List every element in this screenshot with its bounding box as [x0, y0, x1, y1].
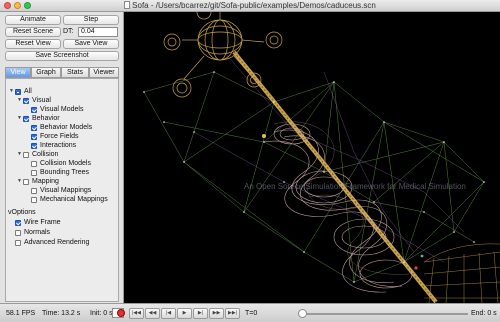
advanced-rendering-checkbox[interactable] — [15, 239, 21, 246]
tree-item-visual[interactable]: ▼ Visual — [6, 96, 118, 105]
tree-label: Visual Models — [40, 106, 84, 113]
step-button[interactable]: Step — [63, 15, 119, 25]
snake-head-marker — [262, 134, 266, 138]
record-icon[interactable] — [117, 309, 125, 317]
tree-item-all[interactable]: ▼ All — [6, 87, 118, 96]
reset-view-button[interactable]: Reset View — [5, 39, 61, 49]
tree-item-mapping[interactable]: ▼ Mapping — [6, 177, 118, 186]
mechanical-mappings-checkbox[interactable] — [31, 196, 37, 203]
tree-item-collision-models[interactable]: Collision Models — [6, 159, 118, 168]
step-back-icon[interactable]: ◀◀ — [145, 308, 160, 319]
save-screenshot-button[interactable]: Save Screenshot — [5, 51, 119, 61]
step-forward-icon[interactable]: ▶▶ — [209, 308, 224, 319]
normals-checkbox[interactable] — [15, 229, 21, 236]
option-label: Advanced Rendering — [24, 239, 90, 246]
force-fields-checkbox[interactable] — [31, 133, 37, 140]
disclosure-arrow-icon[interactable]: ▼ — [17, 177, 22, 186]
tree-item-mechanical-mappings[interactable]: Mechanical Mappings — [6, 195, 118, 204]
behavior-checkbox[interactable] — [23, 115, 29, 122]
display-flags-tree: ▼ All ▼ Visual Visual Models ▼ Behavior … — [5, 78, 119, 302]
tab-bar: View Graph Stats Viewer — [5, 67, 119, 78]
wire-frame-checkbox[interactable] — [15, 219, 21, 226]
tree-item-behavior-models[interactable]: Behavior Models — [6, 123, 118, 132]
visual-mappings-checkbox[interactable] — [31, 187, 37, 194]
staff-orb — [163, 12, 283, 98]
option-normals[interactable]: Normals — [6, 228, 118, 237]
mapping-checkbox[interactable] — [23, 178, 29, 185]
interactions-checkbox[interactable] — [31, 142, 37, 149]
window-title: Sofa - /Users/bcarrez/git/Sofa-public/ex… — [132, 1, 376, 10]
collision-models-checkbox[interactable] — [31, 160, 37, 167]
init-label: Init: 0 s — [90, 310, 113, 317]
skip-first-icon[interactable]: |◀◀ — [129, 308, 144, 319]
window-titlebar: Sofa - /Users/bcarrez/git/Sofa-public/ex… — [0, 0, 500, 12]
option-label: Normals — [24, 229, 51, 236]
disclosure-arrow-icon[interactable]: ▼ — [17, 114, 22, 123]
play-icon[interactable]: ▶ — [177, 308, 192, 319]
3d-viewport[interactable]: An Open Source Simulation Framework for … — [124, 12, 500, 303]
reset-scene-button[interactable]: Reset Scene — [5, 27, 61, 37]
tree-label: Mapping — [32, 178, 59, 185]
status-bar: 58.1 FPS Time: 13.2 s Init: 0 s |◀◀ ◀◀ |… — [0, 303, 500, 322]
tree-label: Bounding Trees — [40, 169, 90, 176]
caduceus-wireframe-render — [143, 12, 500, 303]
option-advanced-rendering[interactable]: Advanced Rendering — [6, 238, 118, 247]
option-label: Wire Frame — [24, 219, 61, 226]
disclosure-arrow-icon[interactable]: ▼ — [9, 87, 14, 96]
tab-view[interactable]: View — [5, 67, 31, 78]
tree-label: Mechanical Mappings — [40, 196, 108, 203]
save-view-button[interactable]: Save View — [63, 39, 119, 49]
t-label: T=0 — [245, 310, 258, 317]
options-header: vOptions — [8, 209, 36, 216]
tab-graph[interactable]: Graph — [31, 67, 61, 78]
tree-label: Collision — [32, 151, 59, 158]
disclosure-arrow-icon[interactable]: ▼ — [17, 96, 22, 105]
tab-stats[interactable]: Stats — [61, 67, 89, 78]
dt-label: DT: — [63, 28, 74, 35]
tree-label: Collision Models — [40, 160, 91, 167]
tree-label: Visual Mappings — [40, 187, 92, 194]
green-force-mesh — [143, 71, 485, 283]
previous-icon[interactable]: |◀ — [161, 308, 176, 319]
timeline-slider-track[interactable] — [300, 313, 468, 315]
tree-item-bounding-trees[interactable]: Bounding Trees — [6, 168, 118, 177]
tree-label: Visual — [32, 97, 51, 104]
animate-button[interactable]: Animate — [5, 15, 61, 25]
tree-label: Interactions — [40, 142, 77, 149]
all-checkbox[interactable] — [15, 88, 21, 95]
tree-item-behavior[interactable]: ▼ Behavior — [6, 114, 118, 123]
control-panel: Animate Step Reset Scene DT: 0.04 Reset … — [0, 12, 124, 303]
tree-label: Force Fields — [40, 133, 79, 140]
tree-item-collision[interactable]: ▼ Collision — [6, 150, 118, 159]
next-icon[interactable]: ▶| — [193, 308, 208, 319]
tree-item-interactions[interactable]: Interactions — [6, 141, 118, 150]
tab-viewer[interactable]: Viewer — [89, 67, 119, 78]
bounding-trees-checkbox[interactable] — [31, 169, 37, 176]
option-wire-frame[interactable]: Wire Frame — [6, 218, 118, 227]
behavior-models-checkbox[interactable] — [31, 124, 37, 131]
collision-checkbox[interactable] — [23, 151, 29, 158]
time-readout: Time: 13.2 s — [42, 310, 81, 317]
end-readout: End: 0 s — [471, 310, 497, 317]
tree-label: Behavior Models — [40, 124, 93, 131]
tree-item-force-fields[interactable]: Force Fields — [6, 132, 118, 141]
timeline-slider-handle[interactable] — [298, 309, 307, 318]
fps-readout: 58.1 FPS — [6, 310, 36, 317]
mesh-nodes — [143, 71, 485, 283]
tree-label: Behavior — [32, 115, 60, 122]
visual-models-checkbox[interactable] — [31, 106, 37, 113]
visual-checkbox[interactable] — [23, 97, 29, 104]
tree-item-visual-models[interactable]: Visual Models — [6, 105, 118, 114]
skip-last-icon[interactable]: ▶▶| — [225, 308, 240, 319]
overlay-caption: An Open Source Simulation Framework for … — [244, 182, 466, 191]
tree-label: All — [24, 88, 32, 95]
document-icon — [124, 1, 131, 9]
base-mesh — [423, 243, 500, 303]
disclosure-arrow-icon[interactable]: ▼ — [17, 150, 22, 159]
tree-item-visual-mappings[interactable]: Visual Mappings — [6, 186, 118, 195]
dt-input[interactable]: 0.04 — [78, 27, 118, 37]
snake-wireframes — [263, 123, 413, 293]
